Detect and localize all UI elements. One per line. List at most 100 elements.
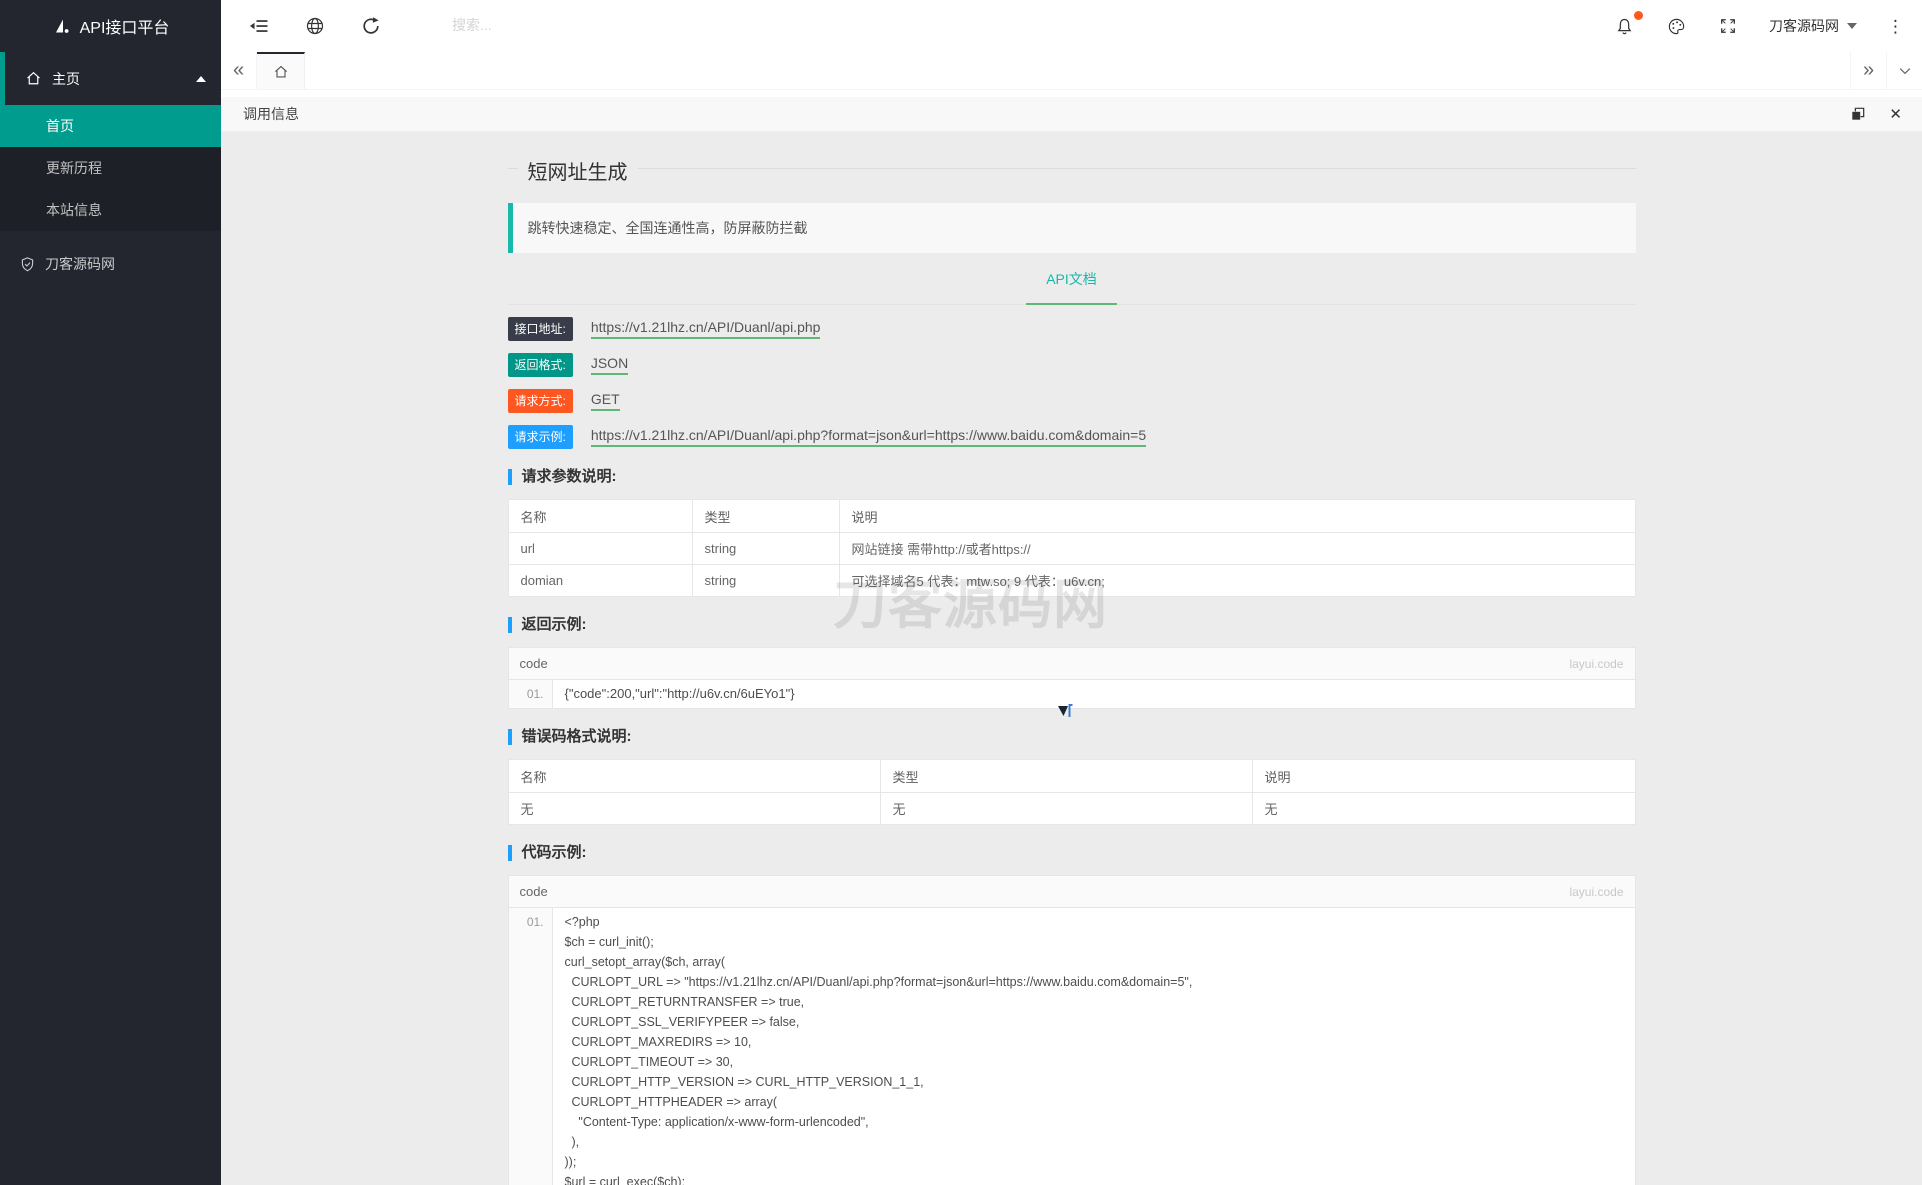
description-quote: 跳转快速稳定、全国连通性高，防屏蔽防拦截 [507, 203, 1636, 253]
page-tabs-bar: « » [221, 52, 1922, 90]
home-icon [25, 70, 42, 87]
response-code-block: code layui.code 01. {"code":200,"url":"h… [507, 647, 1636, 709]
sidebar-submenu: 首页 更新历程 本站信息 [0, 105, 221, 231]
meta-row-endpoint: 接口地址: https://v1.21lhz.cn/API/Duanl/api.… [507, 317, 1636, 341]
refresh-button[interactable] [360, 15, 382, 37]
code-header: code layui.code [508, 876, 1635, 908]
chevron-down-icon [1847, 23, 1857, 29]
tabs-menu-button[interactable] [1886, 52, 1922, 89]
table-header-row: 名称 类型 说明 [507, 499, 1636, 533]
sidebar: API接口平台 主页 首页 更新历程 本站信息 刀客源码网 [0, 0, 221, 1185]
username: 刀客源码网 [1769, 18, 1839, 34]
close-panel-button[interactable]: ✕ [1889, 107, 1902, 122]
tabs-spacer [305, 52, 1850, 89]
fullscreen-button[interactable] [1717, 15, 1739, 37]
code-title: code [519, 884, 548, 899]
shield-check-icon [19, 256, 36, 273]
method-badge: 请求方式: [507, 389, 573, 413]
column-header: 类型 [691, 499, 840, 533]
cell-param-name: url [507, 532, 693, 565]
sidebar-footer-label: 刀客源码网 [45, 256, 115, 272]
column-header: 说明 [1251, 759, 1636, 793]
section-title-example: 代码示例: [507, 845, 1636, 861]
format-link[interactable]: JSON [590, 355, 629, 375]
search-input[interactable] [452, 17, 712, 33]
gap-strip [221, 90, 1922, 97]
cell-param-name: domian [507, 564, 693, 597]
bell-icon [1617, 18, 1631, 34]
cell-param-type: string [691, 532, 840, 565]
example-badge: 请求示例: [507, 425, 573, 449]
section-title-params: 请求参数说明: [507, 469, 1636, 485]
sidebar-item-daoke[interactable]: 刀客源码网 [0, 239, 221, 289]
endpoint-badge: 接口地址: [507, 317, 573, 341]
cell-param-desc: 可选择域名5 代表：mtw.so; 9 代表：u6v.cn; [838, 564, 1636, 597]
refresh-icon [363, 17, 379, 34]
fullscreen-icon [1721, 19, 1735, 33]
cell-param-type: string [691, 564, 840, 597]
cell-error-name: 无 [507, 792, 881, 825]
doc-container: 短网址生成 跳转快速稳定、全国连通性高，防屏蔽防拦截 API文档 接口地址: h… [507, 156, 1636, 1185]
search-area [452, 17, 712, 35]
page-title-divider: 短网址生成 [507, 156, 1636, 185]
panel-title: 调用信息 [243, 106, 299, 122]
column-header: 类型 [879, 759, 1253, 793]
website-home-button[interactable] [304, 15, 326, 37]
example-code: <?php $ch = curl_init(); curl_setopt_arr… [564, 915, 1193, 1185]
table-row: url string 网站链接 需带http://或者https:// [507, 532, 1636, 565]
code-body: 01. <?php $ch = curl_init(); curl_setopt… [508, 908, 1635, 1185]
more-options-button[interactable]: ⋮ [1887, 18, 1904, 35]
line-number: 01. [508, 908, 553, 1185]
doc-tab-header: API文档 [507, 253, 1636, 305]
topbar-left-actions [221, 15, 712, 37]
params-table: 名称 类型 说明 url string 网站链接 需带http://或者http… [507, 499, 1636, 597]
sidebar-group-home[interactable]: 主页 [0, 52, 221, 105]
collapse-sidebar-button[interactable] [248, 15, 270, 37]
example-code-block: code layui.code 01. <?php $ch = curl_ini… [507, 875, 1636, 1185]
collapse-menu-icon [250, 20, 268, 32]
section-title-errors: 错误码格式说明: [507, 729, 1636, 745]
chevron-up-icon [196, 76, 206, 82]
globe-icon [306, 17, 324, 35]
theme-button[interactable] [1665, 15, 1687, 37]
cell-param-desc: 网站链接 需带http://或者https:// [838, 532, 1636, 565]
sidebar-group-label: 主页 [52, 70, 80, 87]
cell-error-type: 无 [879, 792, 1253, 825]
tab-api-doc[interactable]: API文档 [1026, 253, 1117, 305]
main-content: 刀客源码网 短网址生成 跳转快速稳定、全国连通性高，防屏蔽防拦截 API文档 接… [221, 132, 1922, 1185]
code-brand-label: layui.code [1569, 656, 1624, 671]
tab-home[interactable] [257, 52, 305, 89]
chevron-down-icon [1899, 67, 1910, 74]
scroll-tabs-left-button[interactable]: « [221, 52, 257, 89]
maximize-panel-button[interactable] [1847, 103, 1869, 125]
maximize-icon [1852, 107, 1865, 120]
table-row: 无 无 无 [507, 792, 1636, 825]
app-logo: API接口平台 [0, 0, 221, 52]
sidebar-item-siteinfo[interactable]: 本站信息 [0, 189, 221, 231]
user-menu[interactable]: 刀客源码网 [1769, 16, 1857, 36]
column-header: 说明 [838, 499, 1636, 533]
errors-table: 名称 类型 说明 无 无 无 [507, 759, 1636, 825]
format-badge: 返回格式: [507, 353, 573, 377]
scroll-tabs-right-button[interactable]: » [1850, 52, 1886, 89]
example-link[interactable]: https://v1.21lhz.cn/API/Duanl/api.php?fo… [590, 427, 1147, 447]
code-brand-label: layui.code [1569, 884, 1624, 899]
meta-row-format: 返回格式: JSON [507, 353, 1636, 377]
table-row: domian string 可选择域名5 代表：mtw.so; 9 代表：u6v… [507, 564, 1636, 597]
endpoint-link[interactable]: https://v1.21lhz.cn/API/Duanl/api.php [590, 319, 821, 339]
sidebar-item-changelog[interactable]: 更新历程 [0, 147, 221, 189]
column-header: 名称 [507, 499, 693, 533]
sidebar-item-homepage[interactable]: 首页 [0, 105, 221, 147]
notification-dot [1634, 11, 1643, 20]
notifications-button[interactable] [1613, 11, 1643, 37]
method-link[interactable]: GET [590, 391, 620, 411]
active-accent-bar [0, 52, 5, 105]
section-title-response: 返回示例: [507, 617, 1636, 633]
meta-row-method: 请求方式: GET [507, 389, 1636, 413]
home-tab-icon [274, 65, 287, 78]
topbar-right-actions: 刀客源码网 ⋮ [1613, 11, 1922, 37]
code-body: 01. {"code":200,"url":"http://u6v.cn/6uE… [508, 680, 1635, 708]
logo-icon [52, 17, 71, 36]
meta-row-example: 请求示例: https://v1.21lhz.cn/API/Duanl/api.… [507, 425, 1636, 449]
table-header-row: 名称 类型 说明 [507, 759, 1636, 793]
